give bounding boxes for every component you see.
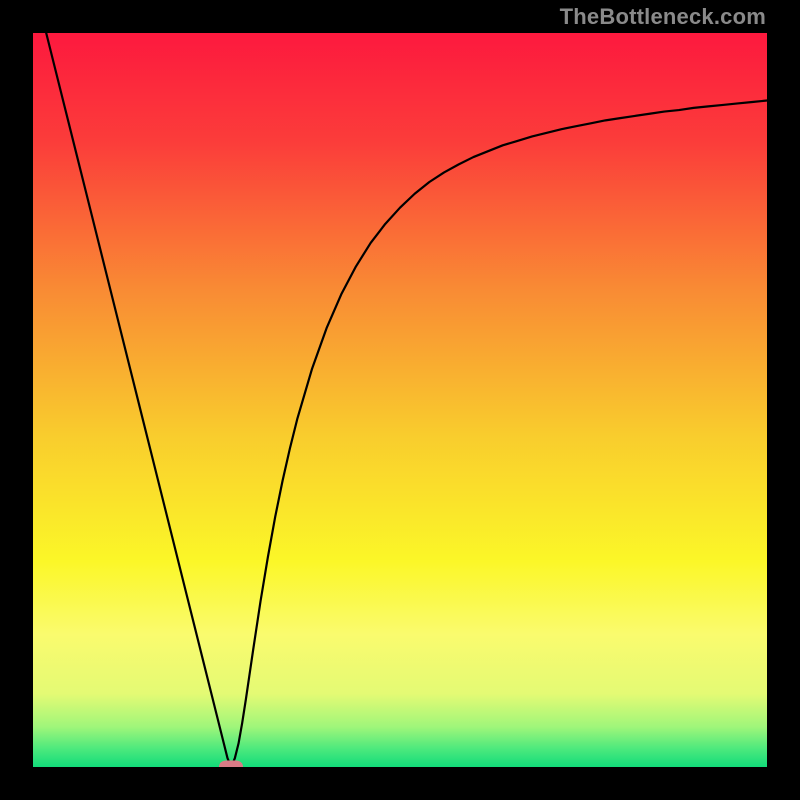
plot-area (33, 33, 767, 767)
minimum-marker (219, 761, 243, 768)
bottleneck-curve (33, 33, 767, 767)
watermark-text: TheBottleneck.com (560, 4, 766, 30)
chart-frame: TheBottleneck.com (0, 0, 800, 800)
